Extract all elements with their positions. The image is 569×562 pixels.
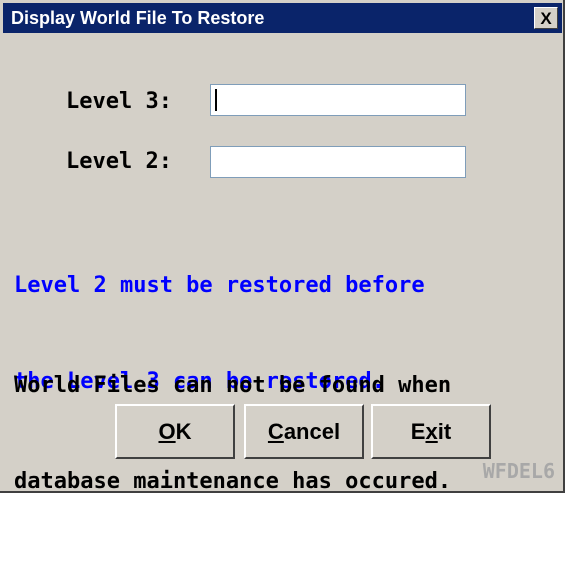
ok-label-rest: K <box>175 418 192 444</box>
exit-button[interactable]: Ex it <box>371 404 491 459</box>
ok-button[interactable]: OK <box>115 404 235 459</box>
missing-files-line-2: database maintenance has occured. <box>14 469 452 494</box>
cancel-label-rest: ancel <box>283 418 341 444</box>
text-caret <box>215 89 217 111</box>
title-bar: Display World File To Restore X <box>3 3 562 33</box>
close-button[interactable]: X <box>534 7 558 29</box>
level-3-label: Level 3: <box>66 89 172 114</box>
restore-order-line-1: Level 2 must be restored before <box>14 273 425 298</box>
window-title: Display World File To Restore <box>11 8 265 28</box>
dialog-window: Display World File To Restore X Level 3:… <box>0 0 565 494</box>
cancel-mnemonic: C <box>267 418 284 444</box>
missing-files-line-1: World Files can not be found when <box>14 373 452 398</box>
ok-mnemonic: O <box>158 418 176 444</box>
exit-mnemonic: x <box>425 418 438 444</box>
close-icon: X <box>540 8 552 28</box>
cancel-button[interactable]: Cancel <box>244 404 364 459</box>
level-3-input[interactable] <box>210 84 466 116</box>
form-code: WFDEL6 <box>482 459 555 483</box>
level-2-input[interactable] <box>210 146 466 178</box>
exit-label-post: it <box>437 418 452 444</box>
exit-label-pre: E <box>410 418 426 444</box>
level-2-label: Level 2: <box>66 149 172 174</box>
